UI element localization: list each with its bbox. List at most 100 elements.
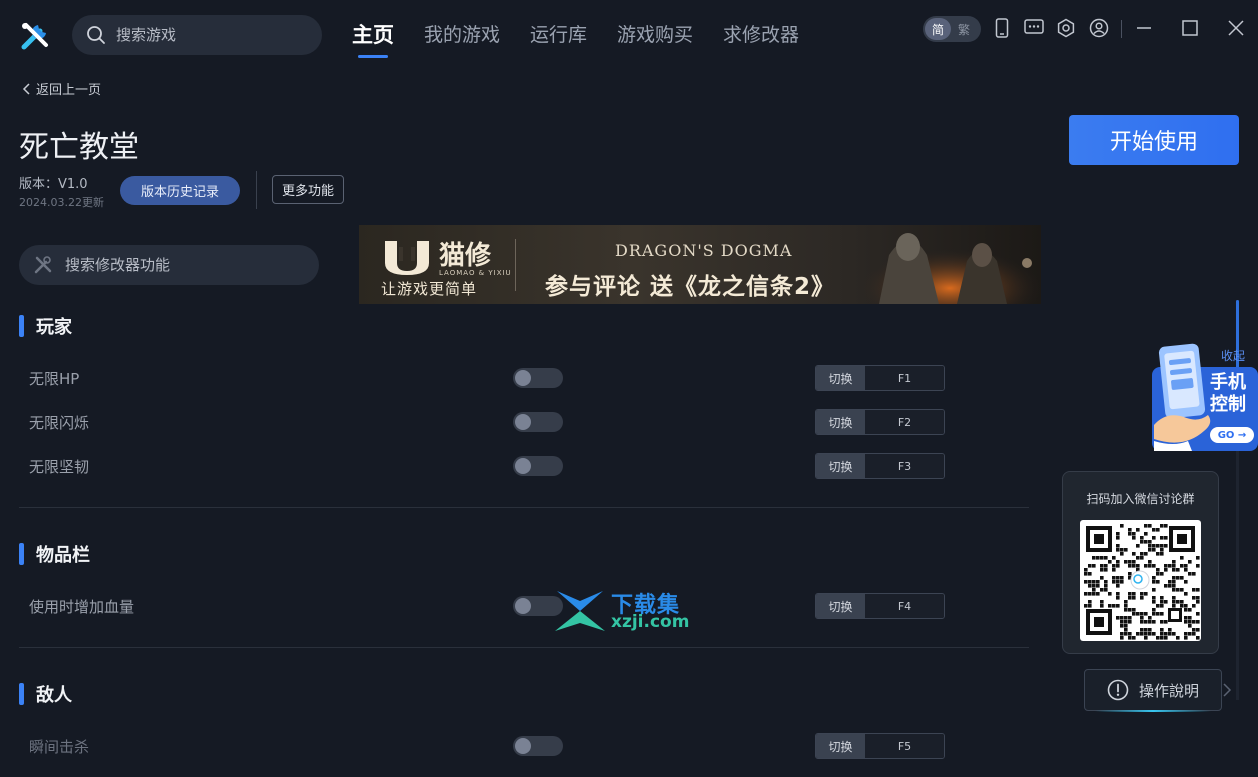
qr-module [1180,604,1184,608]
hotkey-key[interactable]: F4 [865,594,944,618]
toggle-knob [515,370,531,386]
qr-module [1160,632,1164,636]
qr-module [1128,632,1132,636]
qr-module [1088,592,1092,596]
search-input[interactable] [116,26,296,44]
nav-buy-games[interactable]: 游戏购买 [617,20,693,49]
feature-search[interactable] [19,245,319,285]
feature-search-input[interactable] [65,256,285,274]
banner-slogan: 让游戏更简单 [381,280,478,298]
qr-module [1128,620,1132,624]
hotkey-key[interactable]: F1 [865,366,944,390]
qr-module [1084,604,1088,608]
qr-module [1176,636,1180,640]
maximize-icon[interactable] [1179,17,1201,39]
toggle-knob [515,738,531,754]
qr-module [1128,616,1132,620]
nav-home[interactable]: 主页 [352,19,394,58]
qr-module [1120,636,1124,640]
qr-module [1096,580,1100,584]
qr-module [1104,584,1108,588]
qr-module [1120,580,1124,584]
feature-row: 瞬间击杀 切换 F5 [0,733,1000,761]
go-button[interactable]: GO → [1210,427,1254,443]
hotkey-mode[interactable]: 切换 [816,734,865,758]
user-icon[interactable] [1088,17,1110,39]
feature-toggle[interactable] [513,412,563,432]
feature-toggle[interactable] [513,736,563,756]
promo-banner[interactable]: 猫修 LAOMAO & YIXIU 让游戏更简单 DRAGON'S DOGMA … [359,225,1041,304]
qr-module [1188,620,1192,624]
qr-module [1180,588,1184,592]
feature-toggle[interactable] [513,456,563,476]
qr-module [1136,612,1140,616]
lang-simplified[interactable]: 简 [925,18,951,40]
qr-module [1100,568,1104,572]
app-logo-icon[interactable] [18,19,52,53]
collapse-link[interactable]: 收起 [1221,347,1245,364]
banner-brand-sub: LAOMAO & YIXIU [439,269,512,277]
hotkey-key[interactable]: F2 [865,410,944,434]
qr-module [1112,568,1116,572]
language-toggle[interactable]: 简 繁 [923,16,981,42]
qr-module [1188,572,1192,576]
hotkey-box[interactable]: 切换 F2 [815,409,945,435]
feature-row: 无限闪烁 切换 F2 [0,409,1000,437]
game-search[interactable] [72,15,322,55]
qr-module [1184,632,1188,636]
more-features-button[interactable]: 更多功能 [272,175,344,204]
gear-icon[interactable] [1055,17,1077,39]
nav-runtime[interactable]: 运行库 [530,20,587,49]
chevron-left-icon [22,82,30,95]
nav-request-trainer[interactable]: 求修改器 [723,20,799,49]
close-icon[interactable] [1225,17,1247,39]
help-button[interactable]: 操作說明 [1084,669,1222,712]
start-button[interactable]: 开始使用 [1069,115,1239,165]
qr-module [1124,604,1128,608]
qr-module [1144,524,1148,528]
hotkey-box[interactable]: 切换 F1 [815,365,945,391]
lang-traditional[interactable]: 繁 [951,18,977,40]
hotkey-box[interactable]: 切换 F4 [815,593,945,619]
chevron-right-icon[interactable] [1222,682,1232,698]
section-divider [19,647,1029,648]
qr-module [1104,580,1108,584]
back-link[interactable]: 返回上一页 [22,79,101,98]
feature-name: 瞬间击杀 [29,738,90,756]
hotkey-mode[interactable]: 切换 [816,594,865,618]
qr-module [1084,572,1088,576]
qr-module [1160,628,1164,632]
qr-module [1160,552,1164,556]
qr-module [1172,580,1176,584]
hotkey-box[interactable]: 切换 F3 [815,453,945,479]
qr-module [1168,632,1172,636]
hotkey-mode[interactable]: 切换 [816,366,865,390]
hotkey-key[interactable]: F3 [865,454,944,478]
qr-module [1120,616,1124,620]
qr-module [1152,612,1156,616]
qr-module [1192,588,1196,592]
qr-module [1124,560,1128,564]
hotkey-mode[interactable]: 切换 [816,454,865,478]
hotkey-mode[interactable]: 切换 [816,410,865,434]
qr-module [1160,612,1164,616]
qr-module [1116,532,1120,536]
qr-module [1160,604,1164,608]
hotkey-box[interactable]: 切换 F5 [815,733,945,759]
qr-module [1132,560,1136,564]
qr-module [1144,620,1148,624]
qr-module [1156,544,1160,548]
section-marker [19,315,24,337]
minimize-icon[interactable] [1133,17,1155,39]
qr-module [1156,552,1160,556]
qr-module [1092,584,1096,588]
qr-module [1160,636,1164,640]
phone-icon[interactable] [991,17,1013,39]
qr-module [1160,536,1164,540]
chat-icon[interactable] [1023,17,1045,39]
version-history-button[interactable]: 版本历史记录 [120,176,240,205]
hotkey-key[interactable]: F5 [865,734,944,758]
nav-my-games[interactable]: 我的游戏 [424,20,500,49]
feature-toggle[interactable] [513,368,563,388]
section-divider [19,507,1029,508]
